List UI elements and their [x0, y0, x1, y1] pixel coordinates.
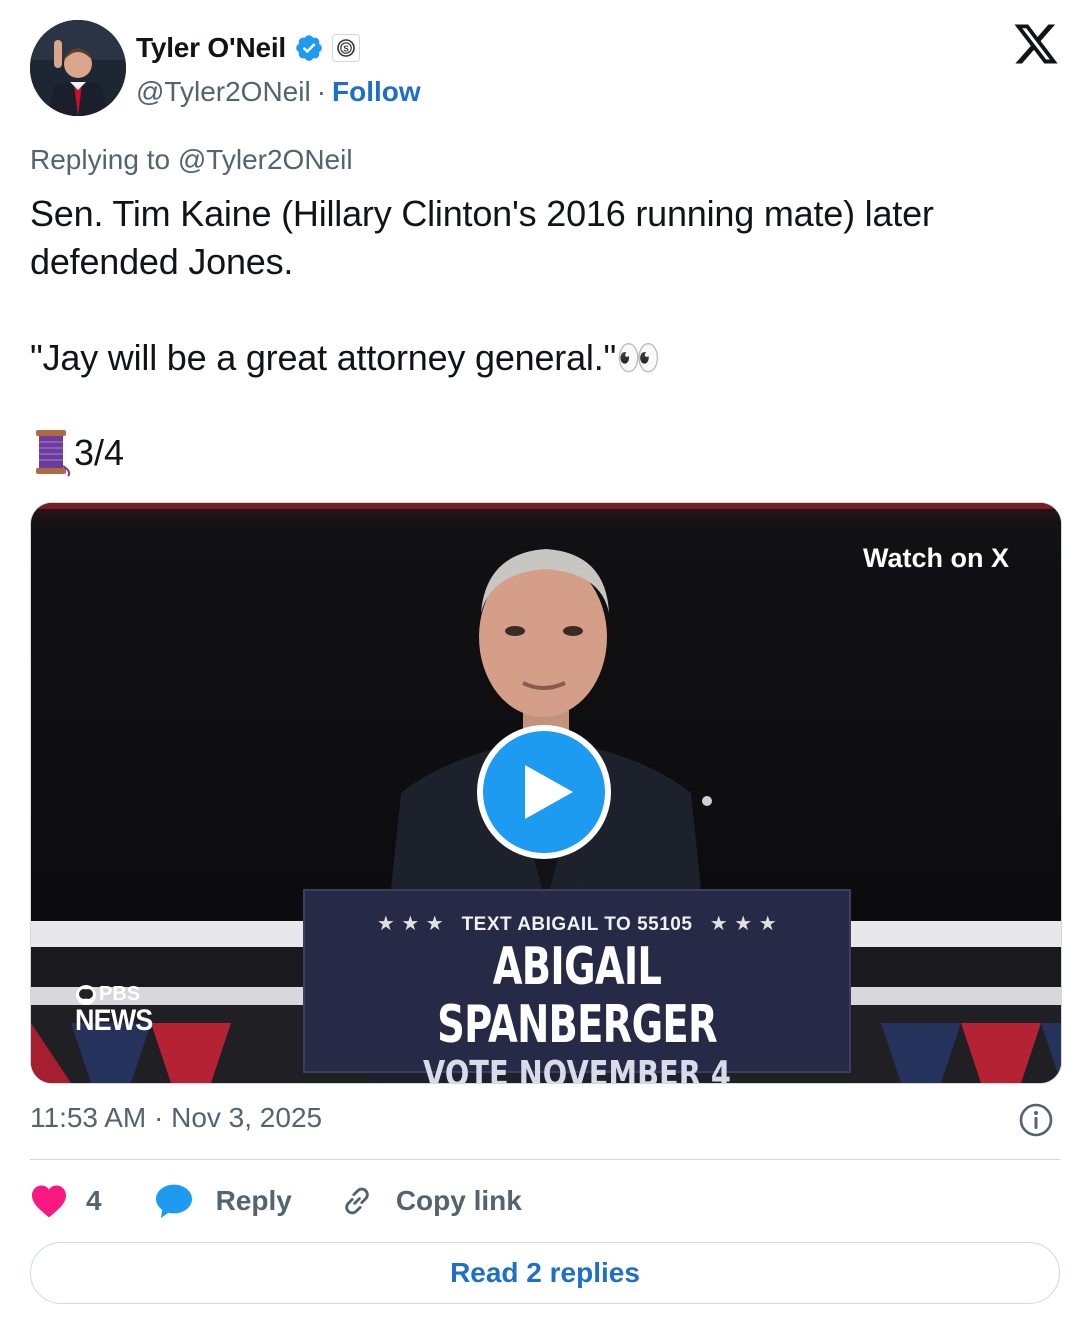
x-logo-icon[interactable] — [1012, 20, 1060, 68]
podium-sign: ★ ★ ★ TEXT ABIGAIL TO 55105 ★ ★ ★ ABIGAI… — [303, 889, 851, 1083]
svg-text:S: S — [343, 44, 349, 53]
watermark-top: PBS — [99, 983, 141, 1005]
link-icon — [345, 1187, 369, 1215]
read-replies-button[interactable]: Read 2 replies — [30, 1242, 1060, 1304]
author-name[interactable]: Tyler O'Neil — [136, 32, 286, 64]
play-icon — [525, 765, 573, 819]
watch-on-x-link[interactable]: Watch on X — [863, 543, 1009, 574]
watermark-bottom: NEWS — [75, 1004, 153, 1037]
sign-stars-left: ★ ★ ★ — [376, 913, 445, 935]
like-count: 4 — [86, 1185, 102, 1216]
copy-link-button[interactable]: Copy link — [338, 1182, 522, 1220]
sign-vote: VOTE NOVEMBER 4 — [423, 1054, 731, 1084]
play-button[interactable] — [477, 725, 611, 859]
replying-to[interactable]: Replying to @Tyler2ONeil — [30, 144, 353, 176]
pbs-news-watermark: PBS NEWS — [75, 983, 161, 1036]
like-button[interactable]: 4 — [30, 1184, 102, 1218]
author-handle[interactable]: @Tyler2ONeil — [136, 76, 311, 108]
eyes-emoji: 👀 — [616, 337, 661, 378]
sign-name: ABIGAIL SPANBERGER — [437, 937, 717, 1055]
action-bar: 4 Reply Copy link — [30, 1178, 522, 1224]
heart-icon — [32, 1185, 66, 1218]
pbs-logo-icon — [75, 984, 97, 1006]
sign-top-text: TEXT ABIGAIL TO 55105 — [461, 914, 693, 935]
reply-label: Reply — [215, 1185, 292, 1216]
speech-bubble-icon — [155, 1184, 192, 1219]
avatar[interactable] — [30, 20, 126, 116]
tweet-text-body: Sen. Tim Kaine (Hillary Clinton's 2016 r… — [30, 193, 934, 378]
thread-count: 3/4 — [74, 432, 125, 473]
tweet-text: Sen. Tim Kaine (Hillary Clinton's 2016 r… — [30, 190, 1050, 382]
verified-badge-icon — [294, 33, 324, 63]
divider — [30, 1159, 1060, 1160]
read-replies-label: Read 2 replies — [450, 1257, 640, 1288]
sign-stars-right: ★ ★ ★ — [709, 913, 778, 935]
tweet-timestamp[interactable]: 11:53 AM · Nov 3, 2025 — [30, 1102, 322, 1134]
info-icon[interactable] — [1018, 1102, 1054, 1138]
thread-spool-icon — [30, 428, 74, 478]
affiliate-badge-icon[interactable]: S — [332, 34, 361, 62]
follow-button[interactable]: Follow — [332, 76, 421, 108]
separator-dot: · — [316, 76, 327, 107]
video-player[interactable]: Watch on X ★ ★ ★ TEXT ABIGAIL TO 55105 ★… — [30, 502, 1062, 1084]
sign-top-line: ★ ★ ★ TEXT ABIGAIL TO 55105 ★ ★ ★ — [305, 911, 849, 936]
copy-link-label: Copy link — [395, 1185, 522, 1216]
reply-button[interactable]: Reply — [154, 1183, 292, 1219]
